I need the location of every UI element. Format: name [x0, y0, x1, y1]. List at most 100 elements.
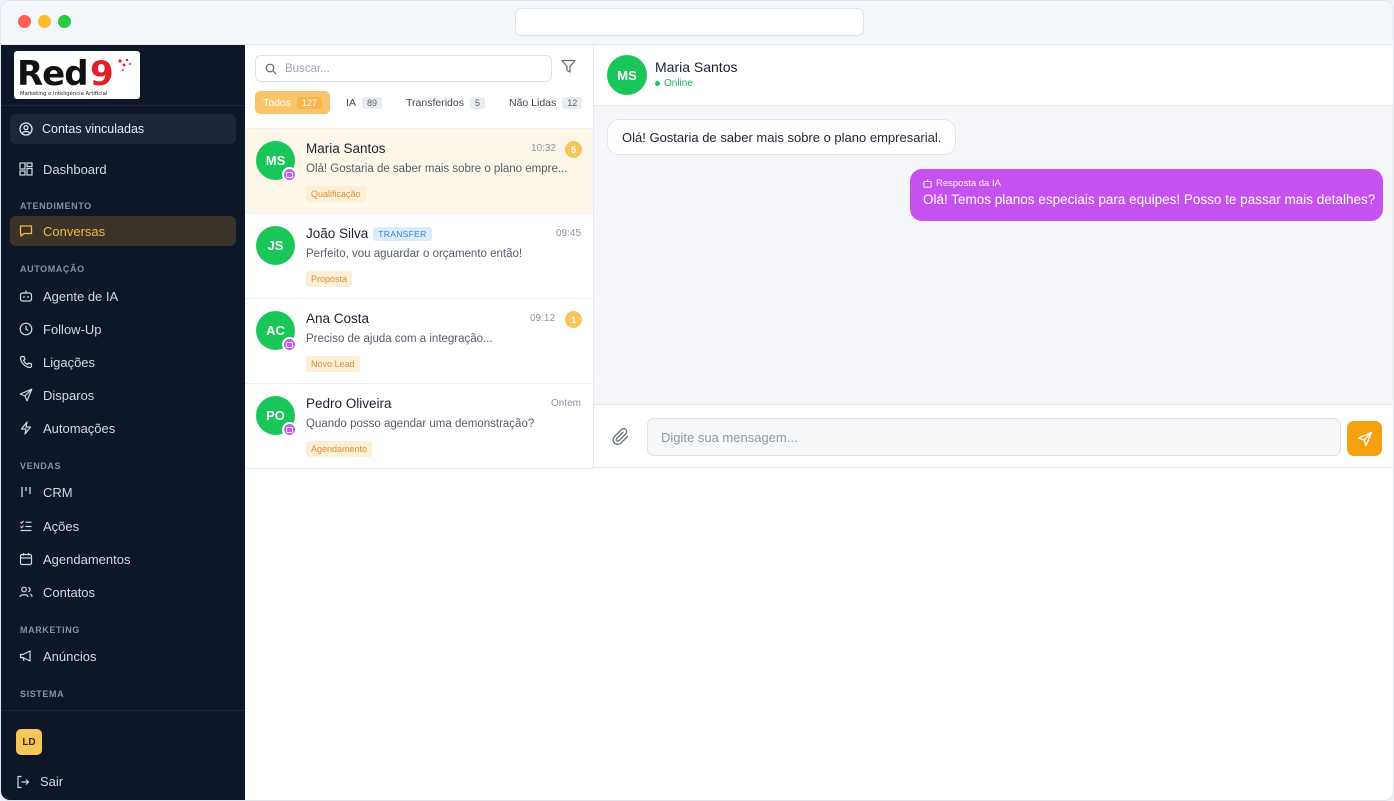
- nav-dashboard[interactable]: Dashboard: [10, 154, 236, 184]
- sidebar: Red 9 Marketing e Inteligência Artificia…: [1, 45, 245, 800]
- message-preview: Preciso de ajuda com a integração...: [306, 333, 493, 345]
- nav-acoes[interactable]: Ações: [10, 511, 236, 541]
- section-atendimento: ATENDIMENTO: [20, 201, 92, 211]
- conversation-item-joao-silva[interactable]: JS João Silva TRANSFER 09:45 Perfeito, v…: [245, 213, 593, 298]
- contact-name-text: Maria Santos: [306, 141, 386, 156]
- online-dot-icon: [655, 81, 660, 86]
- dashboard-icon: [19, 162, 33, 176]
- ai-response-text: Olá! Temos planos especiais para equipes…: [923, 192, 1376, 207]
- chat-header: MS Maria Santos Online: [594, 45, 1393, 106]
- attach-button[interactable]: [612, 427, 631, 452]
- svg-text:9: 9: [90, 54, 114, 94]
- nav-agendamentos[interactable]: Agendamentos: [10, 544, 236, 574]
- calendar-icon: [19, 553, 33, 566]
- tab-nao-lidas-label: Não Lidas: [508, 96, 557, 109]
- phone-icon: [19, 355, 33, 369]
- chat-contact-avatar: MS: [607, 55, 647, 95]
- title-bar: [1, 1, 1393, 45]
- ai-response-message: Resposta da IA Olá! Temos planos especia…: [910, 169, 1383, 221]
- section-sistema: SISTEMA: [20, 689, 65, 699]
- linked-accounts-button[interactable]: Contas vinculadas: [10, 114, 236, 144]
- users-icon: [19, 586, 33, 598]
- tab-ia[interactable]: IA 89: [338, 91, 390, 114]
- nav-followup-label: Follow-Up: [43, 321, 102, 337]
- nav-disparos-label: Disparos: [43, 387, 95, 403]
- online-status: Online: [655, 78, 693, 89]
- search-box[interactable]: [255, 55, 552, 82]
- contact-avatar: JS: [256, 226, 295, 265]
- user-avatar[interactable]: LD: [16, 729, 42, 755]
- message-thread: Olá! Gostaria de saber mais sobre o plan…: [594, 106, 1393, 404]
- tab-transferidos-count: 5: [469, 96, 485, 109]
- tab-nao-lidas[interactable]: Não Lidas 12: [500, 91, 591, 114]
- megaphone-icon: [19, 650, 31, 662]
- conversation-item-pedro-oliveira[interactable]: PO Pedro Oliveira Ontem Quando posso age…: [245, 383, 593, 468]
- clock-icon: [19, 322, 33, 336]
- stage-tag: Qualificação: [306, 186, 366, 202]
- nav-automacoes-label: Automações: [43, 420, 116, 436]
- stage-tag: Novo Lead: [306, 356, 360, 372]
- stage-tag: Agendamento: [306, 441, 373, 457]
- contact-name: João Silva TRANSFER: [306, 226, 432, 241]
- contact-name: Pedro Oliveira: [306, 396, 392, 411]
- nav-disparos[interactable]: Disparos: [10, 380, 236, 410]
- ai-response-label: Resposta da IA: [923, 178, 1370, 189]
- brand-logo[interactable]: Red 9 Marketing e Inteligência Artificia…: [14, 51, 140, 99]
- nav-automacoes[interactable]: Automações: [10, 413, 236, 443]
- nav-contatos[interactable]: Contatos: [10, 577, 236, 607]
- nav-ligacoes[interactable]: Ligações: [10, 347, 236, 377]
- conversation-item-maria-santos[interactable]: MS Maria Santos 10:32 5 Olá! Gostaria de…: [245, 128, 593, 213]
- logout-button[interactable]: Sair: [16, 774, 63, 789]
- nav-follow-up[interactable]: Follow-Up: [10, 314, 236, 344]
- message-input[interactable]: [647, 418, 1341, 456]
- nav-contatos-label: Contatos: [43, 584, 96, 600]
- nav-agente-ia[interactable]: Agente de IA: [10, 281, 236, 311]
- search-input[interactable]: [285, 62, 525, 75]
- tab-transferidos-label: Transferidos: [406, 96, 464, 109]
- nav-crm[interactable]: CRM: [10, 477, 236, 507]
- close-window-button[interactable]: [18, 15, 31, 28]
- message-composer: [594, 404, 1393, 468]
- tab-ia-count: 89: [361, 96, 382, 109]
- contact-name: Ana Costa: [306, 311, 369, 326]
- bot-badge-icon: [282, 422, 297, 437]
- contact-name-text: Pedro Oliveira: [306, 396, 392, 411]
- transfer-badge: TRANSFER: [373, 226, 432, 241]
- message-preview: Olá! Gostaria de saber mais sobre o plan…: [306, 163, 568, 175]
- message-time: 10:32: [531, 143, 557, 154]
- logo-tagline: Marketing e Inteligência Artificial: [20, 90, 107, 97]
- filter-button[interactable]: [561, 59, 576, 79]
- contact-name: Maria Santos: [306, 141, 386, 156]
- maximize-window-button[interactable]: [58, 15, 71, 28]
- nav-conversas[interactable]: Conversas: [10, 216, 236, 246]
- section-marketing: MARKETING: [20, 625, 80, 635]
- logout-icon: [17, 775, 30, 788]
- conversation-list-panel: Todos 127 IA 89 Transferidos 5 Não Lidas…: [245, 45, 594, 469]
- contact-name-text: João Silva: [306, 226, 369, 241]
- send-icon: [1357, 431, 1372, 446]
- user-circle-icon: [19, 122, 33, 136]
- tab-todos[interactable]: Todos 127: [255, 91, 331, 114]
- conversation-item-ana-costa[interactable]: AC Ana Costa 09:12 1 Preciso de ajuda co…: [245, 298, 593, 383]
- tab-nao-lidas-count: 12: [562, 96, 583, 109]
- divider: [1, 710, 245, 711]
- tab-transferidos[interactable]: Transferidos 5: [398, 91, 493, 114]
- send-button[interactable]: [1347, 421, 1382, 456]
- message-preview: Perfeito, vou aguardar o orçamento então…: [306, 248, 523, 260]
- section-automacao: AUTOMAÇÃO: [20, 264, 85, 274]
- minimize-window-button[interactable]: [38, 15, 51, 28]
- address-bar[interactable]: [515, 8, 864, 36]
- tab-todos-count: 127: [297, 96, 323, 109]
- nav-anuncios[interactable]: Anúncios: [10, 641, 236, 671]
- red9-logo-mark: Red 9 Marketing e Inteligência Artificia…: [17, 54, 131, 97]
- nav-agente-label: Agente de IA: [43, 288, 119, 304]
- bot-icon: [923, 179, 932, 188]
- chat-contact-name: Maria Santos: [655, 59, 738, 75]
- tab-ia-label: IA: [346, 96, 356, 109]
- kanban-icon: [21, 487, 31, 497]
- chat-icon: [19, 225, 33, 237]
- contact-name-text: Ana Costa: [306, 311, 370, 326]
- nav-crm-label: CRM: [43, 484, 73, 500]
- bot-badge-icon: [282, 167, 297, 182]
- nav-dashboard-label: Dashboard: [43, 161, 107, 177]
